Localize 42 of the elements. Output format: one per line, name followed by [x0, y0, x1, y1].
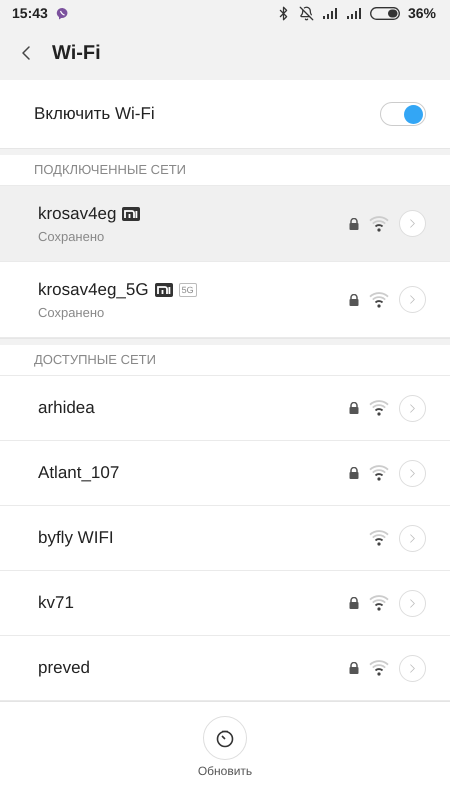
- refresh-button[interactable]: [203, 716, 247, 760]
- section-heading: ДОСТУПНЫЕ СЕТИ: [34, 352, 156, 368]
- details-button[interactable]: [399, 210, 426, 237]
- wifi-signal-icon: [369, 530, 389, 546]
- status-time: 15:43: [12, 5, 48, 21]
- details-button[interactable]: [399, 654, 426, 682]
- cell-signal-icon: [322, 7, 338, 19]
- gauge-icon: [215, 728, 235, 748]
- wifi-signal-icon: [369, 660, 389, 676]
- wifi-signal-icon: [369, 595, 389, 611]
- battery-percent: 36%: [408, 5, 436, 21]
- mi-logo-icon: [122, 206, 140, 220]
- wifi-toggle-label: Включить Wi-Fi: [34, 104, 156, 124]
- network-name: krosav4eg: [38, 204, 116, 224]
- details-button[interactable]: [399, 524, 426, 552]
- mi-logo-icon: [154, 282, 173, 296]
- cell-signal-icon: [346, 7, 362, 19]
- wifi-signal-icon: [369, 400, 389, 416]
- details-button[interactable]: [399, 590, 426, 616]
- muted-bell-icon: [298, 6, 314, 20]
- wifi-signal-icon: [369, 216, 389, 232]
- details-button[interactable]: [399, 460, 426, 486]
- refresh-label: Обновить: [198, 764, 252, 778]
- network-name: kv71: [38, 593, 74, 613]
- network-status: Сохранено: [38, 304, 106, 320]
- wifi-switch[interactable]: [380, 102, 426, 126]
- network-band-tag: 5G: [178, 282, 197, 296]
- chat-app-icon: [56, 6, 69, 20]
- network-name: krosav4eg_5G: [38, 280, 149, 300]
- details-button[interactable]: [399, 286, 426, 313]
- screen-title: Wi-Fi: [52, 42, 101, 64]
- wifi-signal-icon: [369, 292, 389, 308]
- network-name: Atlant_107: [38, 463, 120, 483]
- wifi-signal-icon: [369, 465, 389, 481]
- network-name: byfly WIFI: [38, 528, 114, 548]
- battery-icon: [370, 6, 400, 20]
- network-status: Сохранено: [38, 228, 106, 244]
- network-row[interactable]: krosav4eg Сохранено: [0, 186, 450, 262]
- network-name: preved: [38, 658, 90, 678]
- section-heading: ПОДКЛЮЧЕННЫЕ СЕТИ: [34, 162, 186, 178]
- details-button[interactable]: [399, 394, 426, 422]
- network-name: arhidea: [38, 398, 95, 418]
